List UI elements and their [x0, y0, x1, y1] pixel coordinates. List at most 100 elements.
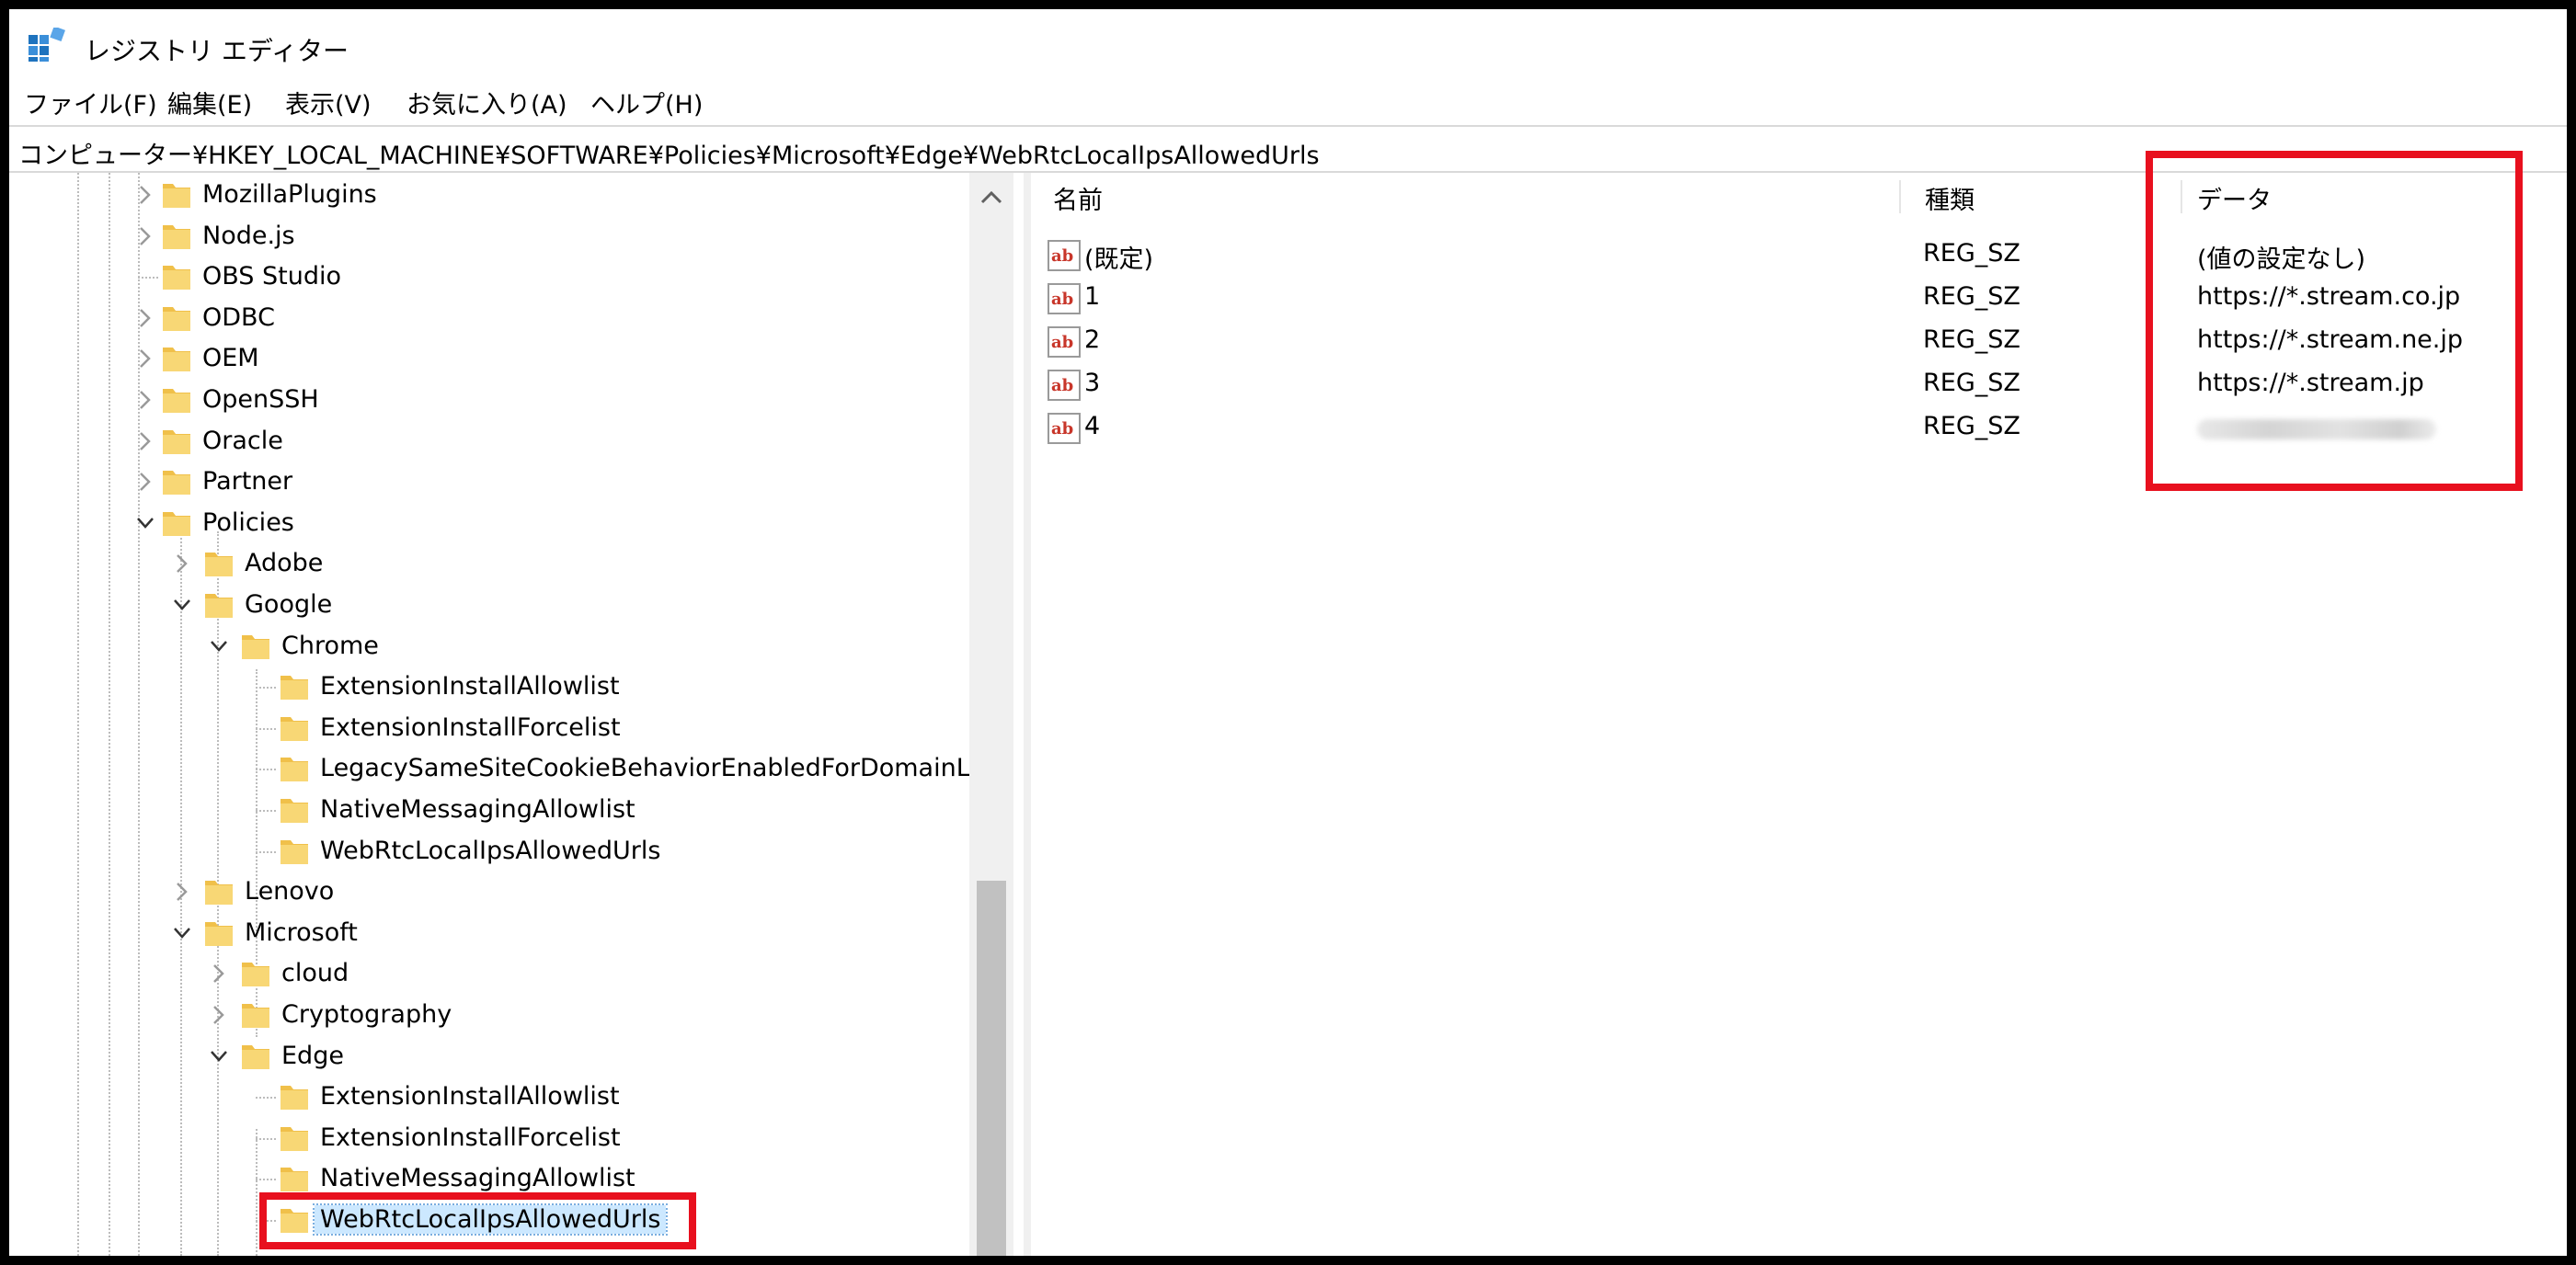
tree-node-label: Node.js: [202, 221, 295, 250]
tree-node[interactable]: OpenSSH: [74, 380, 966, 421]
folder-icon: [163, 224, 190, 249]
tree-node-label: LegacySameSiteCookieBehaviorEnabledForDo…: [320, 754, 1000, 783]
chevron-right-icon[interactable]: [132, 305, 158, 331]
tree-node[interactable]: ExtensionInstallForcelist: [191, 708, 966, 749]
tree-node[interactable]: cloud: [153, 953, 966, 995]
chevron-down-icon[interactable]: [206, 1043, 232, 1069]
menu-file[interactable]: ファイル(F): [24, 85, 157, 120]
tree-node-label: cloud: [281, 959, 349, 988]
tree-node[interactable]: LegacySameSiteCookieBehaviorEnabledForDo…: [191, 748, 1000, 790]
tree-node[interactable]: ExtensionInstallAllowlist: [191, 667, 966, 708]
folder-icon: [242, 634, 269, 659]
string-value-icon: ab: [1048, 413, 1081, 444]
value-name: 3: [1084, 369, 1101, 397]
chevron-right-icon[interactable]: [132, 346, 158, 371]
highlight-box-selected-key: [259, 1192, 696, 1249]
string-value-icon: ab: [1048, 240, 1081, 271]
tree-connector: [256, 850, 276, 853]
column-header-type[interactable]: 種類: [1925, 180, 1975, 216]
folder-icon: [280, 716, 308, 741]
svg-text:ab: ab: [1051, 333, 1073, 352]
tree-node[interactable]: ExtensionInstallForcelist: [191, 1118, 966, 1159]
chevron-down-icon[interactable]: [206, 633, 232, 659]
menu-help[interactable]: ヘルプ(H): [590, 85, 703, 120]
tree-node-label: OpenSSH: [202, 385, 319, 414]
tree-node-label: ExtensionInstallForcelist: [320, 1123, 621, 1152]
tree-connector: [256, 1137, 276, 1140]
address-path[interactable]: コンピューター¥HKEY_LOCAL_MACHINE¥SOFTWARE¥Poli…: [18, 135, 1320, 171]
value-type: REG_SZ: [1923, 239, 2021, 268]
folder-icon: [280, 839, 308, 864]
tree-node[interactable]: Oracle: [74, 421, 966, 462]
chevron-right-icon[interactable]: [206, 1002, 232, 1028]
chevron-right-icon[interactable]: [169, 551, 195, 576]
tree-scrollbar[interactable]: [969, 173, 1013, 1256]
folder-icon: [163, 429, 190, 454]
menu-edit[interactable]: 編集(E): [167, 85, 252, 120]
pane-splitter[interactable]: [1024, 173, 1031, 1256]
tree-node[interactable]: WebRtcLocalIpsAllowedUrls: [191, 831, 966, 872]
tree-node[interactable]: Edge: [153, 1036, 966, 1077]
svg-text:ab: ab: [1051, 419, 1073, 439]
folder-icon: [280, 1086, 308, 1111]
tree-node[interactable]: Partner: [74, 462, 966, 503]
tree-node[interactable]: Cryptography: [153, 995, 966, 1036]
folder-icon: [163, 471, 190, 496]
tree-node[interactable]: OEM: [74, 338, 966, 380]
tree-node[interactable]: OBS Studio: [74, 256, 966, 298]
tree-node[interactable]: Google: [116, 585, 966, 626]
string-value-icon: ab: [1048, 326, 1081, 358]
menu-view[interactable]: 表示(V): [285, 85, 372, 120]
tree-node[interactable]: ODBC: [74, 298, 966, 339]
tree-node-label: NativeMessagingAllowlist: [320, 795, 635, 824]
chevron-down-icon[interactable]: [169, 920, 195, 946]
tree-connector: [138, 277, 158, 279]
folder-icon: [280, 799, 308, 823]
tree-node-label: OBS Studio: [202, 262, 342, 291]
folder-icon: [280, 1168, 308, 1192]
value-type: REG_SZ: [1923, 282, 2021, 311]
string-value-icon: ab: [1048, 283, 1081, 314]
tree-connector: [256, 1097, 276, 1100]
tree-node[interactable]: ExtensionInstallAllowlist: [191, 1077, 966, 1118]
tree-node[interactable]: Adobe: [116, 543, 966, 585]
tree-node-label: Partner: [202, 467, 293, 496]
column-header-name[interactable]: 名前: [1053, 180, 1103, 216]
tree-node[interactable]: MozillaPlugins: [74, 175, 966, 216]
tree-node-label: ExtensionInstallAllowlist: [320, 672, 620, 701]
folder-icon: [242, 963, 269, 987]
tree-node-label: Oracle: [202, 426, 283, 455]
chevron-right-icon[interactable]: [132, 223, 158, 249]
tree-node[interactable]: Policies: [74, 503, 966, 544]
tree-connector: [256, 769, 276, 771]
menu-favorites[interactable]: お気に入り(A): [406, 85, 567, 120]
folder-icon: [205, 921, 233, 946]
value-name: 4: [1084, 412, 1101, 440]
scroll-up-arrow-icon[interactable]: [979, 188, 1004, 208]
tree-node-label: Edge: [281, 1041, 344, 1070]
tree-node-label: Cryptography: [281, 1000, 452, 1029]
chevron-right-icon[interactable]: [132, 387, 158, 413]
tree-node-label: Adobe: [245, 549, 324, 578]
chevron-right-icon[interactable]: [132, 469, 158, 495]
chevron-right-icon[interactable]: [132, 428, 158, 454]
tree-node[interactable]: NativeMessagingAllowlist: [191, 790, 966, 831]
tree-node[interactable]: Node.js: [74, 216, 966, 257]
value-name: 2: [1084, 325, 1101, 354]
tree-node-label: ExtensionInstallAllowlist: [320, 1082, 620, 1111]
column-separator[interactable]: [1899, 180, 1901, 213]
tree-node[interactable]: Lenovo: [116, 872, 966, 913]
key-tree[interactable]: MozillaPlugins Node.js OBS Studio ODBC OEM Op…: [9, 173, 1024, 1256]
scroll-thumb[interactable]: [977, 881, 1006, 1256]
chevron-right-icon[interactable]: [169, 879, 195, 905]
value-type: REG_SZ: [1923, 325, 2021, 354]
chevron-down-icon[interactable]: [132, 510, 158, 536]
tree-node[interactable]: Microsoft: [116, 913, 966, 954]
folder-icon: [280, 1126, 308, 1151]
chevron-right-icon[interactable]: [206, 961, 232, 986]
chevron-down-icon[interactable]: [169, 592, 195, 618]
tree-node-label: NativeMessagingAllowlist: [320, 1164, 635, 1193]
chevron-right-icon[interactable]: [132, 182, 158, 208]
folder-icon: [280, 676, 308, 701]
tree-node[interactable]: Chrome: [153, 626, 966, 667]
